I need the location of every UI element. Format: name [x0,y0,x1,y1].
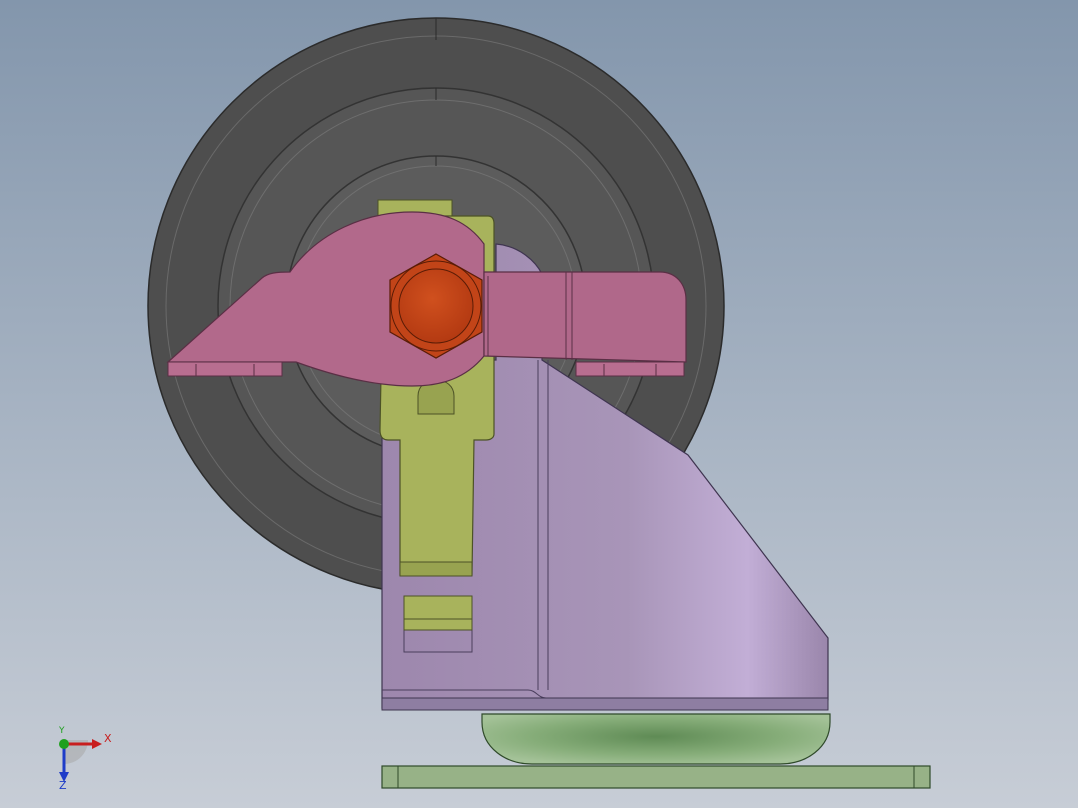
y-axis-label: Y [59,726,65,736]
triad-axes [59,739,102,782]
z-axis-label: Z [59,779,67,792]
bracket-base-flange [381,697,829,711]
pad-body [481,713,831,765]
base-plate[interactable] [381,765,931,789]
y-axis-dot-icon [59,739,69,749]
pedal-left-foot [167,361,283,377]
pedal-right-arm [483,271,687,363]
orientation-triad[interactable]: X Y Z [44,726,124,792]
plate-body [381,765,931,789]
axle-bolt-face [398,268,474,344]
pedal-right-foot [575,361,685,377]
lever-foot [399,561,473,577]
x-axis-label: X [104,732,112,745]
caster-model[interactable] [0,0,1078,808]
lever-lock-block [403,595,473,631]
rubber-pad[interactable] [481,713,831,765]
x-axis-arrowhead-icon [92,739,102,749]
cad-viewport[interactable]: X Y Z [0,0,1078,808]
